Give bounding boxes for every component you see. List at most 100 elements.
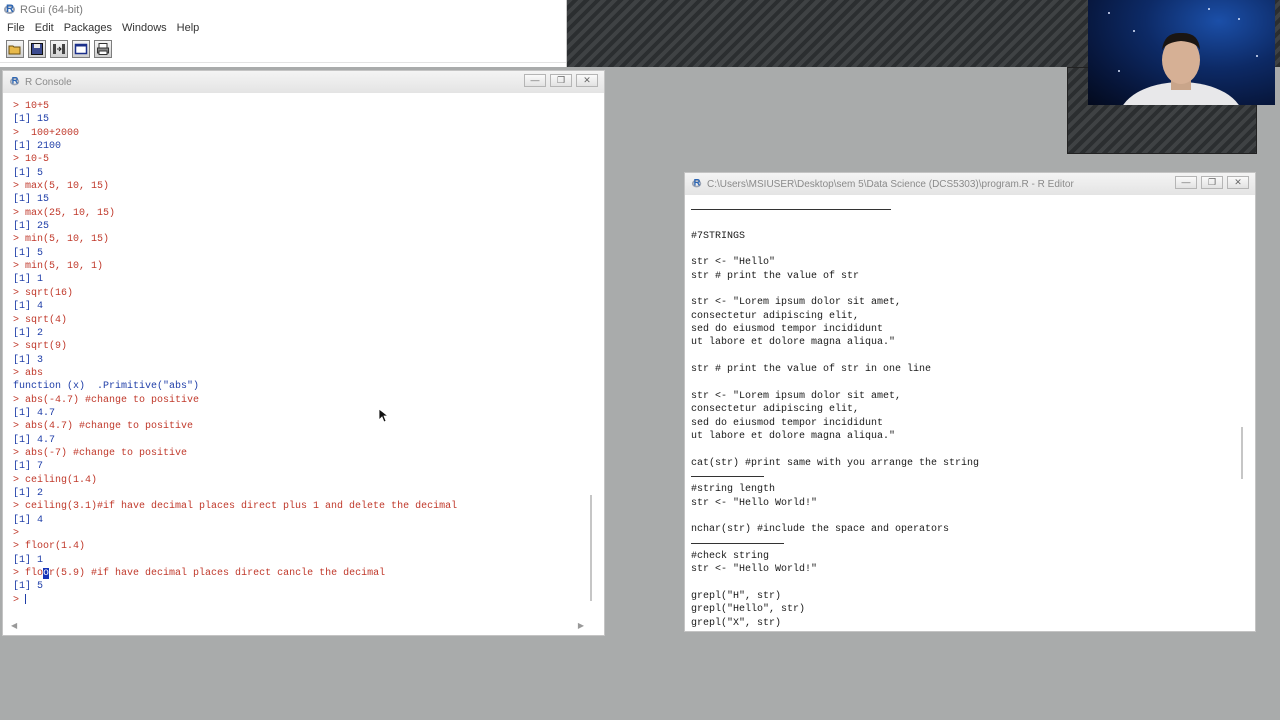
console-input-line: > floor(5.9) #if have decimal places dir… <box>13 568 386 580</box>
r-logo-icon <box>4 3 16 16</box>
editor-code-line: consectetur adipiscing elit, <box>691 404 860 416</box>
console-output-line: [1] 5 <box>13 167 44 179</box>
console-input-line: > 10-5 <box>13 154 50 166</box>
editor-code-line: ut labore et dolore magna aliqua." <box>691 337 896 349</box>
editor-maximize-button[interactable]: ❐ <box>1201 176 1223 189</box>
console-output-line: [1] 15 <box>13 194 50 206</box>
editor-separator-line <box>691 203 979 216</box>
console-input-line: > abs(-4.7) #change to positive <box>13 394 200 406</box>
console-maximize-button[interactable]: ❐ <box>550 74 572 87</box>
console-input-line: > sqrt(4) <box>13 314 68 326</box>
load-workspace-icon <box>53 44 65 54</box>
console-output-line: [1] 1 <box>13 274 44 286</box>
rgui-main-frame: RGui (64-bit) File Edit Packages Windows… <box>0 0 567 67</box>
console-vertical-scrollbar[interactable] <box>588 93 594 618</box>
editor-code-line: sed do eiusmod tempor incididunt <box>691 324 884 336</box>
console-input-line: > abs(-7) #change to positive <box>13 447 188 459</box>
console-prompt-line[interactable]: > <box>13 594 457 607</box>
menu-windows[interactable]: Windows <box>117 22 172 34</box>
editor-separator-line <box>691 470 979 483</box>
editor-code-line: cat(str) #print same with you arrange th… <box>691 457 980 469</box>
editor-code-line: grepl("X", str) <box>691 617 782 629</box>
console-titlebar[interactable]: R Console — ❐ ✕ <box>3 71 604 93</box>
open-script-icon <box>8 45 21 55</box>
editor-lines: #7STRINGS str <- "Hello" str # print the v… <box>691 203 979 630</box>
separator-rule <box>691 542 784 544</box>
console-icon <box>74 43 88 55</box>
editor-code-line: str <- "Hello" <box>691 257 776 269</box>
console-minimize-button[interactable]: — <box>524 74 546 87</box>
r-editor-window[interactable]: C:\Users\MSIUSER\Desktop\sem 5\Data Scie… <box>684 172 1256 632</box>
editor-code-line: str # print the value of str <box>691 270 860 282</box>
editor-code-line <box>691 376 979 389</box>
console-input-line: > max(5, 10, 15) <box>13 181 110 193</box>
editor-minimize-button[interactable]: — <box>1175 176 1197 189</box>
separator-rule <box>691 209 891 210</box>
editor-code-line <box>691 510 979 523</box>
rgui-titlebar: RGui (64-bit) <box>0 0 566 19</box>
editor-code-line <box>691 243 979 256</box>
console-input-line: > floor(1.4) <box>13 541 86 553</box>
console-scroll-thumb[interactable] <box>590 495 592 601</box>
console-input-line: > min(5, 10, 15) <box>13 234 110 246</box>
console-output-line: [1] 2 <box>13 487 44 499</box>
console-input-line: > 10+5 <box>13 101 50 112</box>
console-output-line: [1] 1 <box>13 554 44 566</box>
text-cursor <box>25 594 27 605</box>
r-console-window[interactable]: R Console — ❐ ✕ > 10+5[1] 15> 100+2000[1… <box>2 70 605 636</box>
editor-code-line: #string length <box>691 484 776 496</box>
r-logo-icon <box>9 76 20 87</box>
editor-code-line: nchar(str) #include the space and operat… <box>691 524 950 536</box>
editor-scroll-thumb[interactable] <box>1241 427 1243 479</box>
console-close-button[interactable]: ✕ <box>576 74 598 87</box>
console-output-line: [1] 15 <box>13 114 50 126</box>
presenter-video <box>1123 32 1239 105</box>
console-input-line: > <box>13 528 20 539</box>
console-lines: > 10+5 [1] 15 > 100+2000 [1] 2100 > 10-5 [1] … <box>13 100 457 607</box>
editor-code-line: str <- "Lorem ipsum dolor sit amet, <box>691 390 902 402</box>
print-icon <box>97 43 109 55</box>
editor-text-area[interactable]: #7STRINGS str <- "Hello" str # print the v… <box>685 195 1255 631</box>
editor-code-line: ut labore et dolore magna aliqua." <box>691 430 896 442</box>
scroll-right-icon[interactable]: ▶ <box>578 621 584 630</box>
save-button[interactable] <box>28 40 46 58</box>
editor-code-line: str <- "Lorem ipsum dolor sit amet, <box>691 297 902 309</box>
console-title: R Console <box>25 76 72 88</box>
editor-titlebar[interactable]: C:\Users\MSIUSER\Desktop\sem 5\Data Scie… <box>685 173 1255 195</box>
selected-text: o <box>43 568 50 580</box>
console-horizontal-scrollbar[interactable]: ◀ ▶ <box>11 621 584 630</box>
close-icon: ✕ <box>583 75 591 85</box>
editor-code-line: str <- "Hello World!" <box>691 564 818 576</box>
editor-code-line: sed do eiusmod tempor incididunt <box>691 417 884 429</box>
console-output-line: [1] 25 <box>13 221 50 233</box>
editor-code-line <box>691 216 979 229</box>
save-icon <box>31 43 43 55</box>
console-output-line: [1] 7 <box>13 461 44 473</box>
console-input-line: > abs(4.7) #change to positive <box>13 421 194 433</box>
print-button[interactable] <box>94 40 112 58</box>
console-output-line: [1] 2 <box>13 327 44 339</box>
console-output-line: function (x) .Primitive("abs") <box>13 381 200 393</box>
menu-packages[interactable]: Packages <box>59 22 117 34</box>
console-button[interactable] <box>72 40 90 58</box>
scroll-left-icon[interactable]: ◀ <box>11 621 17 630</box>
console-output-line: [1] 5 <box>13 247 44 259</box>
editor-close-button[interactable]: ✕ <box>1227 176 1249 189</box>
editor-separator-line <box>691 537 979 550</box>
console-output-line: [1] 4 <box>13 301 44 313</box>
console-output-area[interactable]: > 10+5 [1] 15 > 100+2000 [1] 2100 > 10-5 [1] … <box>3 93 604 635</box>
menu-edit[interactable]: Edit <box>30 22 59 34</box>
r-logo-icon <box>691 178 702 189</box>
open-script-button[interactable] <box>6 40 24 58</box>
load-workspace-button[interactable] <box>50 40 68 58</box>
editor-code-line <box>691 443 979 456</box>
console-input-line: > 100+2000 <box>13 127 80 139</box>
console-output-line: [1] 4.7 <box>13 407 56 419</box>
toolbar <box>0 36 566 63</box>
editor-code-line <box>691 350 979 363</box>
editor-code-line: grepl("H", str) <box>691 590 782 602</box>
menu-help[interactable]: Help <box>172 22 205 34</box>
editor-code-line: grepl("Hello", str) <box>691 604 806 616</box>
app-title: RGui (64-bit) <box>20 3 83 16</box>
menu-file[interactable]: File <box>2 22 30 34</box>
